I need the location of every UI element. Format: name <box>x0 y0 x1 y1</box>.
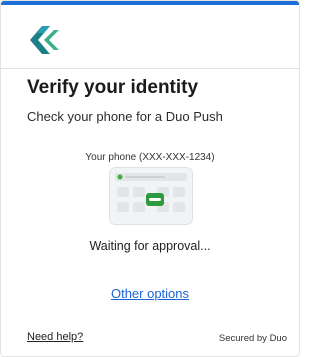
phone-push-notification-icon <box>109 167 193 225</box>
verification-card: Verify your identity Check your phone fo… <box>0 0 300 357</box>
need-help-link[interactable]: Need help? <box>27 331 83 343</box>
brand-chevron-logo-icon <box>30 26 59 54</box>
page-title: Verify your identity <box>27 77 199 98</box>
waiting-status: Waiting for approval... <box>89 239 211 253</box>
accent-top-bar <box>1 1 299 5</box>
secured-by-text: Secured by Duo <box>218 333 287 344</box>
other-options-link[interactable]: Other options <box>1 286 299 301</box>
page-subtitle: Check your phone for a Duo Push <box>27 109 223 124</box>
phone-label: Your phone (XXX-XXX-1234) <box>85 152 215 163</box>
header-divider <box>1 68 299 69</box>
